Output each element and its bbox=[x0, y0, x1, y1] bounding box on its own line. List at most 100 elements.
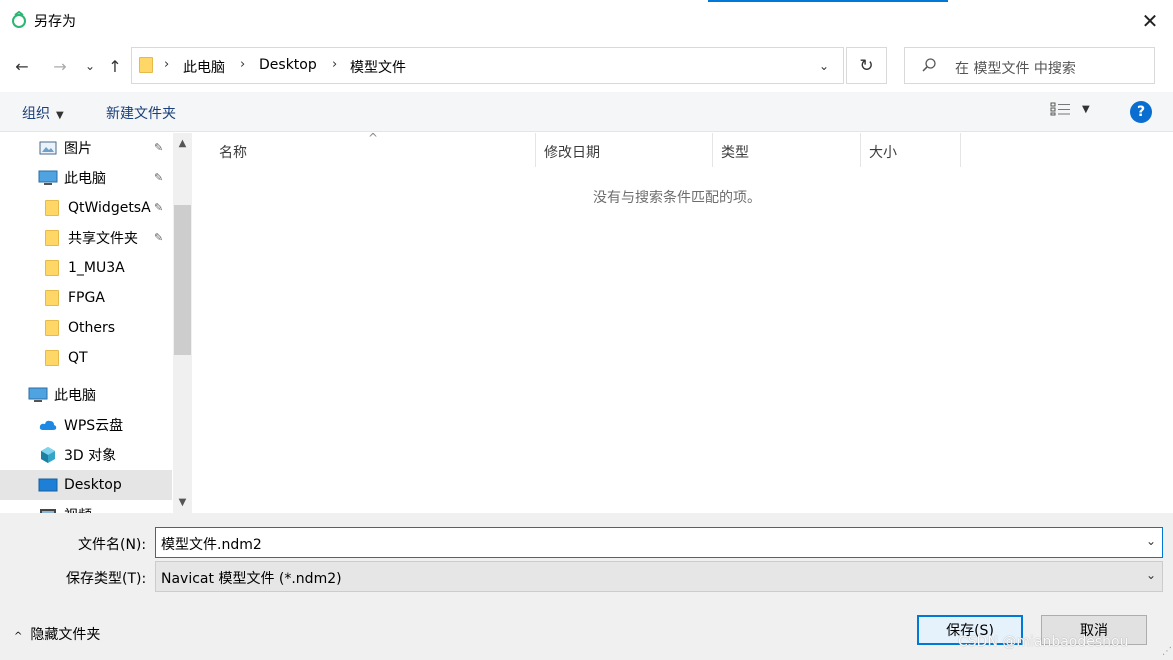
filename-label: 文件名(N): bbox=[78, 537, 147, 553]
pin-icon: ✎ bbox=[154, 201, 164, 214]
sidebar-item-3d-objects[interactable]: 3D 对象 bbox=[0, 440, 172, 470]
refresh-icon: ↻ bbox=[859, 55, 874, 76]
pin-icon: ✎ bbox=[154, 171, 164, 184]
sidebar-item-label: WPS云盘 bbox=[64, 418, 124, 434]
watermark-text: CSDN @mianbaodeshou bbox=[958, 634, 1129, 650]
new-folder-button[interactable]: 新建文件夹 bbox=[106, 103, 176, 123]
sidebar-item-others[interactable]: Others bbox=[0, 313, 172, 343]
breadcrumb-desktop[interactable]: Desktop bbox=[259, 57, 317, 73]
address-dropdown-button[interactable]: ⌄ bbox=[812, 54, 836, 78]
breadcrumb-model-files[interactable]: 模型文件 bbox=[350, 57, 406, 77]
sidebar-item-label: 3D 对象 bbox=[64, 448, 117, 464]
help-icon: ? bbox=[1136, 104, 1146, 120]
column-header-date-modified[interactable]: 修改日期 bbox=[536, 133, 713, 167]
pictures-icon bbox=[38, 140, 58, 156]
folder-icon bbox=[42, 320, 62, 336]
chevron-down-icon: ⌄ bbox=[1145, 568, 1156, 582]
chevron-down-icon: ⌄ bbox=[84, 59, 96, 73]
breadcrumb-this-pc[interactable]: 此电脑 bbox=[183, 57, 225, 77]
sidebar-item-label: 共享文件夹 bbox=[68, 231, 138, 247]
sidebar-item-label: Desktop bbox=[64, 477, 122, 493]
resize-grip-icon[interactable]: ⋰ bbox=[1162, 646, 1172, 657]
filename-field[interactable]: 模型文件.ndm2 ⌄ bbox=[155, 527, 1163, 558]
forward-button[interactable]: → bbox=[48, 54, 72, 78]
column-header-name[interactable]: 名称 bbox=[211, 133, 536, 167]
sidebar-item-qt[interactable]: QT bbox=[0, 343, 172, 373]
focus-accent-line bbox=[708, 0, 948, 2]
window-title: 另存为 bbox=[34, 14, 76, 30]
empty-folder-message: 没有与搜索条件匹配的项。 bbox=[593, 190, 761, 206]
change-view-button[interactable]: ▼ bbox=[1050, 102, 1090, 116]
folder-icon bbox=[42, 200, 62, 216]
caret-up-icon: ^ bbox=[14, 631, 23, 642]
sidebar-item-this-pc[interactable]: 此电脑 bbox=[0, 380, 172, 410]
details-view-icon bbox=[1050, 102, 1070, 116]
forward-arrow-icon: → bbox=[53, 56, 67, 76]
breadcrumb-separator: › bbox=[332, 57, 338, 72]
computer-icon bbox=[38, 170, 58, 186]
pin-icon: ✎ bbox=[154, 231, 164, 244]
sidebar-item-pictures[interactable]: 图片 ✎ bbox=[0, 133, 172, 163]
sidebar-item-wps-cloud[interactable]: WPS云盘 bbox=[0, 410, 172, 440]
navigation-bar: ← → ⌄ ↑ › 此电脑 › Desktop › 模型文件 ⌄ ↻ 在 模型文… bbox=[0, 42, 1173, 90]
organize-button[interactable]: 组织 ▼ bbox=[22, 103, 64, 123]
pin-icon: ✎ bbox=[154, 141, 164, 154]
search-icon bbox=[921, 57, 937, 77]
desktop-icon bbox=[38, 477, 58, 493]
folder-icon bbox=[139, 57, 153, 77]
scroll-up-icon[interactable]: ▲ bbox=[173, 135, 192, 152]
filetype-value: Navicat 模型文件 (*.ndm2) bbox=[161, 571, 342, 587]
3d-objects-icon bbox=[38, 447, 58, 463]
hide-folders-toggle[interactable]: ^ 隐藏文件夹 bbox=[14, 624, 100, 644]
search-input[interactable]: 在 模型文件 中搜索 bbox=[904, 47, 1155, 84]
address-bar[interactable]: › 此电脑 › Desktop › 模型文件 bbox=[131, 47, 844, 84]
back-button[interactable]: ← bbox=[10, 54, 34, 78]
organize-label: 组织 bbox=[22, 106, 50, 122]
scroll-down-icon[interactable]: ▼ bbox=[173, 494, 192, 511]
up-button[interactable]: ↑ bbox=[103, 54, 127, 78]
scroll-thumb[interactable] bbox=[174, 205, 191, 355]
sidebar-item-label: 1_MU3A bbox=[68, 260, 125, 276]
sidebar-item-label: 图片 bbox=[64, 141, 92, 157]
sidebar-item-desktop[interactable]: Desktop bbox=[0, 470, 172, 500]
sidebar-item-shared-folder[interactable]: 共享文件夹 ✎ bbox=[0, 223, 172, 253]
sidebar-item-label: 此电脑 bbox=[64, 171, 106, 187]
sidebar-item-label: 此电脑 bbox=[54, 388, 96, 404]
navigation-scrollbar[interactable]: ▲ ▼ bbox=[173, 133, 192, 513]
folder-icon bbox=[42, 290, 62, 306]
navigation-pane: 图片 ✎ 此电脑 ✎ QtWidgetsA ✎ 共享文件夹 ✎ 1_MU3A F… bbox=[0, 133, 192, 513]
sidebar-item-label: FPGA bbox=[68, 290, 105, 306]
sidebar-item-label: Others bbox=[68, 320, 116, 336]
chevron-down-icon[interactable]: ⌄ bbox=[1146, 534, 1156, 548]
sidebar-item-qtwidgetsa[interactable]: QtWidgetsA ✎ bbox=[0, 193, 172, 223]
recent-locations-button[interactable]: ⌄ bbox=[78, 54, 102, 78]
breadcrumb-separator: › bbox=[164, 57, 170, 72]
search-placeholder: 在 模型文件 中搜索 bbox=[955, 61, 1076, 77]
sidebar-item-fpga[interactable]: FPGA bbox=[0, 283, 172, 313]
file-list: ^ 名称 修改日期 类型 大小 没有与搜索条件匹配的项。 bbox=[193, 131, 1173, 513]
sidebar-item-label: QtWidgetsA bbox=[68, 200, 151, 216]
sidebar-item-videos[interactable]: 视频 bbox=[0, 500, 172, 513]
column-header-type[interactable]: 类型 bbox=[713, 133, 861, 167]
caret-down-icon: ▼ bbox=[56, 110, 64, 121]
sidebar-item-1-mu3a[interactable]: 1_MU3A bbox=[0, 253, 172, 283]
breadcrumb-separator: › bbox=[240, 57, 246, 72]
refresh-button[interactable]: ↻ bbox=[846, 47, 887, 84]
app-icon bbox=[10, 10, 28, 33]
column-header-size[interactable]: 大小 bbox=[861, 133, 961, 167]
help-button[interactable]: ? bbox=[1130, 101, 1152, 123]
hide-folders-label: 隐藏文件夹 bbox=[30, 627, 101, 643]
folder-icon bbox=[42, 260, 62, 276]
filetype-select[interactable]: Navicat 模型文件 (*.ndm2) ⌄ bbox=[155, 561, 1163, 592]
filename-value: 模型文件.ndm2 bbox=[161, 537, 262, 553]
filetype-label: 保存类型(T): bbox=[66, 571, 147, 587]
back-arrow-icon: ← bbox=[15, 56, 29, 76]
save-options-panel: 文件名(N): 模型文件.ndm2 ⌄ 保存类型(T): Navicat 模型文… bbox=[0, 513, 1173, 660]
chevron-down-icon: ⌄ bbox=[818, 59, 830, 73]
computer-icon bbox=[28, 387, 48, 403]
folder-icon bbox=[42, 350, 62, 366]
close-button[interactable]: ✕ bbox=[1127, 0, 1173, 42]
up-arrow-icon: ↑ bbox=[108, 56, 122, 76]
caret-down-icon: ▼ bbox=[1082, 103, 1090, 115]
sidebar-item-this-pc-quick[interactable]: 此电脑 ✎ bbox=[0, 163, 172, 193]
